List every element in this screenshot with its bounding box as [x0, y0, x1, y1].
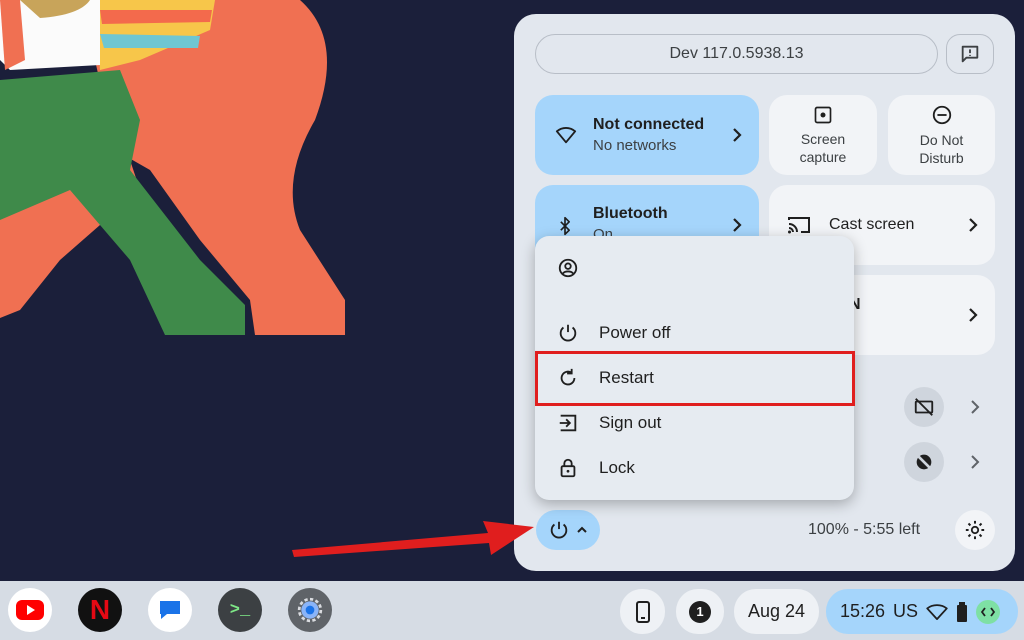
menu-item-lock[interactable]: Lock	[535, 445, 854, 490]
battery-status: 100% - 5:55 left	[808, 521, 921, 538]
date-tray[interactable]: Aug 24	[734, 589, 819, 634]
privacy-off-icon	[915, 453, 933, 471]
dnd-line2: Disturb	[919, 149, 964, 166]
screen-capture-line1: Screen	[800, 130, 846, 147]
do-not-disturb-icon	[932, 105, 951, 124]
menu-item-power-off[interactable]: Power off	[535, 310, 854, 355]
shelf: N >_ 1 Aug 24 15:26 US	[0, 581, 1024, 640]
chevron-right-icon[interactable]	[970, 399, 980, 415]
chevron-up-icon	[577, 526, 587, 533]
date-label: Aug 24	[747, 601, 806, 621]
menu-item-label: Power off	[599, 322, 671, 342]
app-messages[interactable]	[148, 588, 192, 632]
app-netflix[interactable]: N	[78, 588, 122, 632]
battery-icon	[957, 601, 968, 622]
status-tray[interactable]: 15:26 US	[826, 589, 1018, 634]
menu-item-account[interactable]	[535, 245, 854, 290]
phone-hub-button[interactable]	[620, 589, 665, 634]
wifi-icon	[926, 603, 948, 620]
app-settings[interactable]	[288, 588, 332, 632]
bluetooth-title: Bluetooth	[593, 205, 668, 222]
messages-icon	[160, 601, 180, 619]
developer-mode-icon	[976, 599, 1001, 624]
dnd-line1: Do Not	[919, 131, 964, 148]
restart-highlight-box	[535, 351, 855, 406]
cast-icon	[788, 217, 810, 234]
do-not-disturb-tile[interactable]: Do Not Disturb	[888, 95, 995, 175]
chevron-right-icon	[969, 218, 978, 232]
power-menu-button[interactable]	[536, 510, 600, 550]
screen-capture-icon	[814, 106, 832, 123]
menu-item-label: Lock	[599, 457, 635, 477]
chevron-right-icon	[733, 128, 742, 142]
account-circle-icon	[558, 258, 578, 277]
gear-icon	[965, 520, 985, 540]
version-label: Dev 117.0.5938.13	[669, 45, 804, 62]
locale-label: US	[893, 601, 919, 621]
app-youtube[interactable]	[8, 588, 52, 632]
microphone-off-button[interactable]	[904, 442, 944, 482]
cast-title: Cast screen	[829, 216, 915, 233]
time-label: 15:26	[840, 601, 886, 621]
feedback-icon	[961, 45, 979, 63]
phone-icon	[635, 600, 650, 623]
screen-capture-line2: capture	[799, 148, 847, 165]
settings-button[interactable]	[955, 510, 995, 550]
notification-count-badge: 1	[689, 600, 711, 623]
network-tile[interactable]: Not connected No networks	[535, 95, 759, 175]
bluetooth-icon	[560, 216, 570, 236]
app-terminal[interactable]: >_	[218, 588, 262, 632]
terminal-icon: >_	[229, 600, 251, 620]
screen-capture-tile[interactable]: Screen capture	[769, 95, 877, 175]
chevron-right-icon[interactable]	[970, 454, 980, 470]
lock-icon	[560, 458, 576, 477]
camera-off-button[interactable]	[904, 387, 944, 427]
wallpaper-illustration	[0, 0, 345, 335]
network-subtitle: No networks	[593, 137, 677, 154]
chevron-right-icon	[733, 218, 742, 232]
version-pill[interactable]: Dev 117.0.5938.13	[535, 34, 938, 74]
menu-item-label: Sign out	[599, 412, 662, 432]
power-icon	[550, 521, 568, 539]
wifi-off-icon	[555, 126, 577, 144]
power-icon	[559, 324, 577, 341]
netflix-icon: N	[89, 594, 111, 625]
menu-item-sign-out[interactable]: Sign out	[535, 400, 854, 445]
youtube-icon	[16, 600, 44, 620]
feedback-button[interactable]	[946, 34, 994, 74]
annotation-arrow	[292, 521, 534, 557]
chevron-right-icon	[969, 308, 978, 322]
sign-out-icon	[559, 414, 577, 431]
network-title: Not connected	[593, 116, 705, 133]
notification-button[interactable]: 1	[676, 589, 724, 634]
camera-off-icon	[914, 398, 934, 416]
settings-icon	[297, 597, 323, 623]
